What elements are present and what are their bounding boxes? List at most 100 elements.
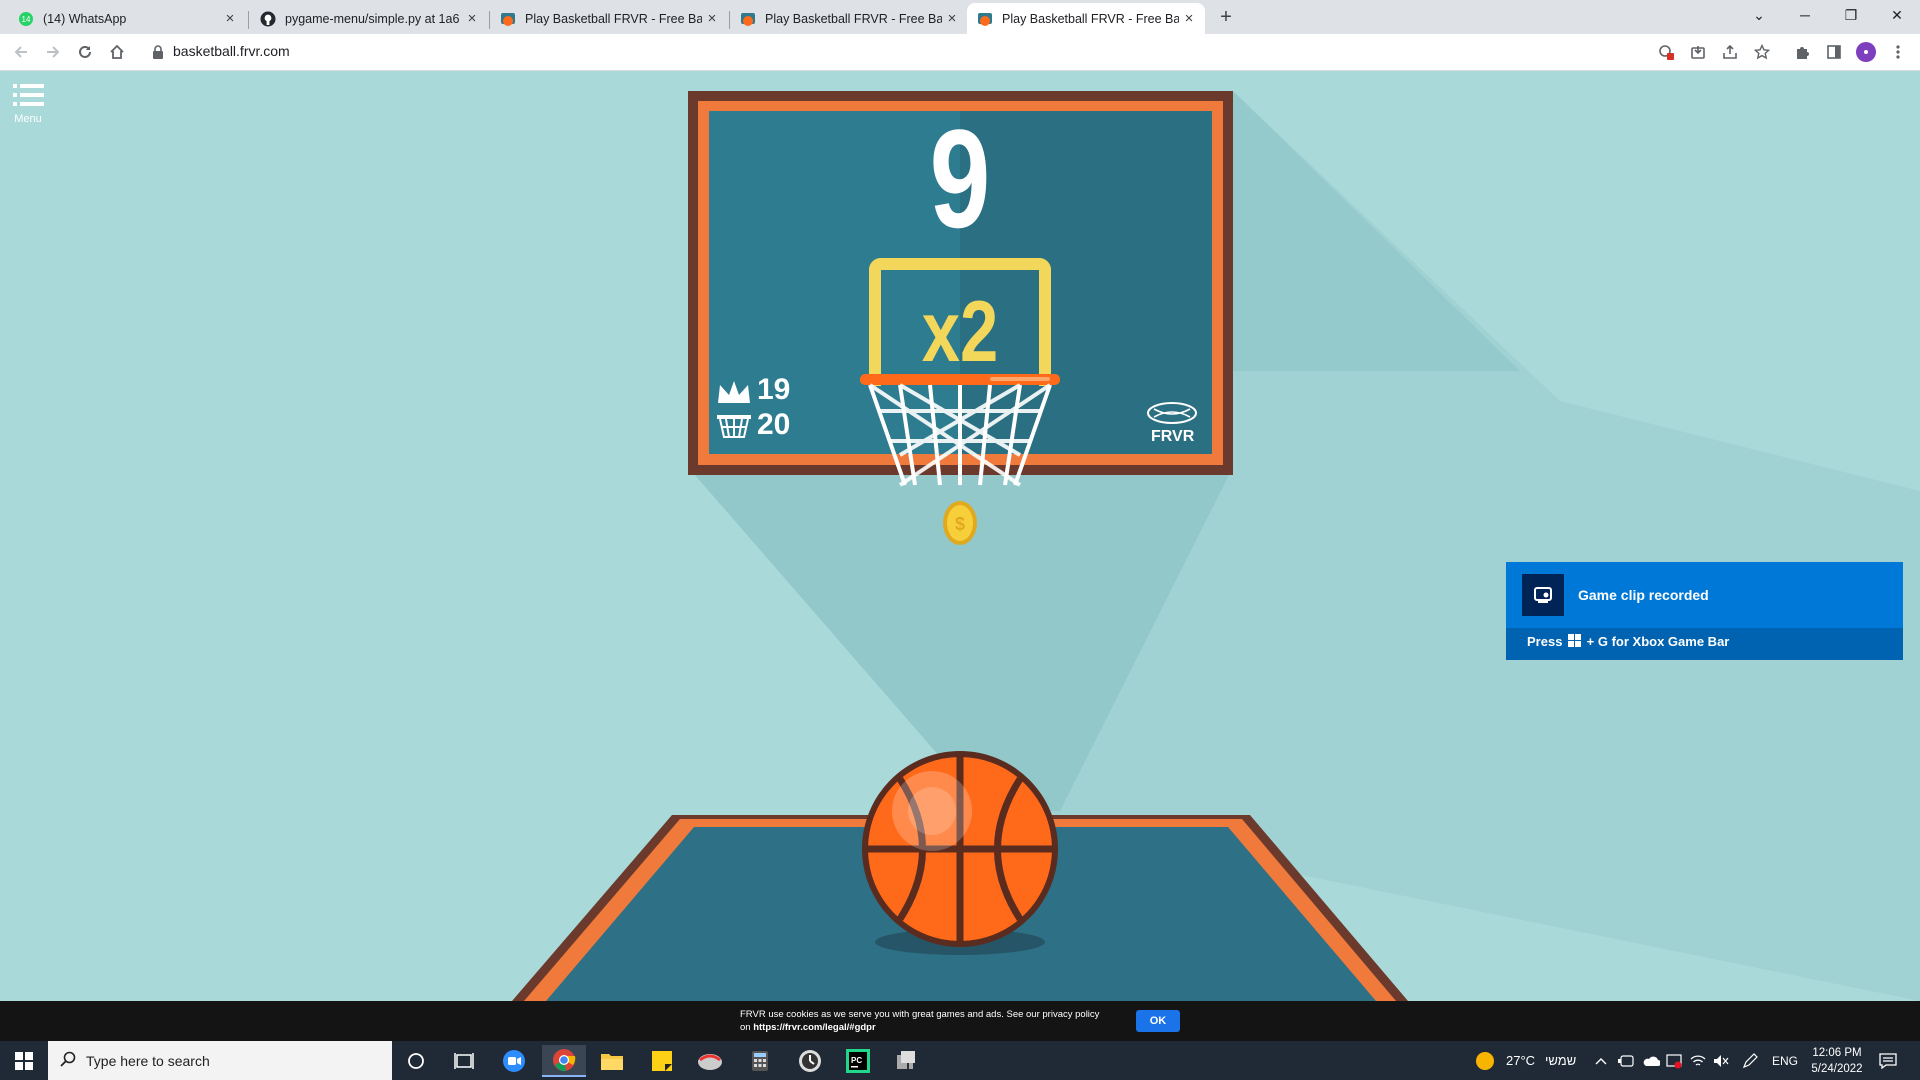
search-placeholder: Type here to search bbox=[86, 1052, 210, 1069]
tab-basketball-active[interactable]: Play Basketball FRVR - Free Bask × bbox=[967, 3, 1205, 34]
onedrive-cloud-icon[interactable] bbox=[1642, 1041, 1660, 1080]
taskbar-search-box[interactable]: Type here to search bbox=[48, 1041, 392, 1080]
new-tab-button[interactable]: + bbox=[1212, 3, 1240, 31]
side-panel-icon[interactable] bbox=[1823, 41, 1845, 63]
basketball-icon bbox=[500, 11, 516, 27]
extension-blocked-icon[interactable] bbox=[1655, 41, 1677, 63]
task-view-icon[interactable] bbox=[442, 1045, 486, 1077]
back-icon[interactable] bbox=[10, 41, 32, 63]
close-window-button[interactable]: ✕ bbox=[1874, 0, 1920, 30]
tab-basketball-1[interactable]: Play Basketball FRVR - Free Bask × bbox=[490, 3, 728, 34]
basketball-icon bbox=[977, 11, 993, 27]
github-icon bbox=[260, 11, 276, 27]
home-icon[interactable] bbox=[106, 41, 128, 63]
pen-ink-icon[interactable] bbox=[1742, 1041, 1758, 1080]
reload-icon[interactable] bbox=[74, 41, 96, 63]
game-menu-button[interactable]: Menu bbox=[10, 83, 46, 125]
tab-title: (14) WhatsApp bbox=[43, 11, 127, 26]
tab-search-button[interactable]: ⌄ bbox=[1736, 0, 1782, 30]
tab-title: pygame-menu/simple.py at 1a6 bbox=[285, 11, 460, 26]
sticky-notes-icon[interactable] bbox=[640, 1045, 684, 1077]
game-app-icon[interactable] bbox=[688, 1045, 732, 1077]
whatsapp-icon: 14 bbox=[18, 11, 34, 27]
address-bar[interactable] bbox=[138, 38, 1638, 66]
svg-text:$: $ bbox=[955, 514, 965, 534]
crown-icon bbox=[716, 379, 752, 412]
calculator-icon[interactable] bbox=[738, 1045, 782, 1077]
minimize-button[interactable]: ─ bbox=[1782, 0, 1828, 30]
browser-toolbar: basketball.frvr.com bbox=[0, 34, 1920, 71]
show-hidden-icons-chevron-icon[interactable] bbox=[1595, 1041, 1607, 1080]
cookie-text: FRVR use cookies as we serve you with gr… bbox=[740, 1009, 1100, 1020]
clock-app-icon[interactable] bbox=[788, 1045, 832, 1077]
tab-basketball-2[interactable]: Play Basketball FRVR - Free Bask × bbox=[730, 3, 968, 34]
game-bar-capture-icon bbox=[1522, 574, 1564, 616]
volume-muted-icon[interactable] bbox=[1713, 1041, 1729, 1080]
svg-text:PC: PC bbox=[851, 1056, 862, 1065]
zoom-app-icon[interactable] bbox=[492, 1045, 536, 1077]
tab-github[interactable]: pygame-menu/simple.py at 1a6 × bbox=[250, 3, 488, 34]
tab-close-icon[interactable]: × bbox=[1179, 10, 1199, 27]
toast-title: Game clip recorded bbox=[1578, 587, 1709, 603]
game-clip-toast[interactable]: Game clip recorded Press + G for Xbox Ga… bbox=[1506, 562, 1903, 660]
basketball-icon bbox=[740, 11, 756, 27]
score-multiplier: x2 bbox=[921, 284, 999, 380]
tab-close-icon[interactable]: × bbox=[942, 10, 962, 27]
basketball[interactable] bbox=[860, 749, 1060, 949]
toast-hint-prefix: Press bbox=[1527, 634, 1563, 649]
file-explorer-icon[interactable] bbox=[590, 1045, 634, 1077]
svg-text:14: 14 bbox=[22, 15, 31, 24]
tab-close-icon[interactable]: × bbox=[220, 10, 240, 27]
coin-icon: $ bbox=[943, 501, 977, 545]
restore-button[interactable]: ❐ bbox=[1828, 0, 1874, 30]
weather-widget[interactable]: 27°C שמשי bbox=[1476, 1041, 1576, 1080]
cookie-consent-bar: FRVR use cookies as we serve you with gr… bbox=[0, 1001, 1920, 1041]
tab-title: Play Basketball FRVR - Free Bask bbox=[1002, 11, 1179, 26]
language-indicator[interactable]: ENG bbox=[1772, 1041, 1798, 1080]
tab-whatsapp[interactable]: 14 (14) WhatsApp × bbox=[8, 3, 246, 34]
balls-count: 20 bbox=[757, 408, 791, 441]
clock[interactable]: 12:06 PM 5/24/2022 bbox=[1806, 1041, 1868, 1080]
windows-key-icon bbox=[1568, 634, 1582, 650]
clock-date: 5/24/2022 bbox=[1811, 1062, 1863, 1075]
current-score: 9 bbox=[929, 100, 991, 257]
bookmark-star-icon[interactable] bbox=[1751, 41, 1773, 63]
more-menu-icon[interactable] bbox=[1887, 41, 1909, 63]
extensions-puzzle-icon[interactable] bbox=[1791, 41, 1813, 63]
chrome-app-icon[interactable] bbox=[542, 1045, 586, 1077]
game-canvas[interactable]: Menu 9 x2 19 20 FRVR $ Game clip recorde… bbox=[0, 71, 1920, 1001]
best-score: 19 bbox=[757, 373, 791, 406]
tab-title: Play Basketball FRVR - Free Bask bbox=[765, 11, 942, 26]
security-shield-icon[interactable] bbox=[1666, 1041, 1682, 1080]
cortana-icon[interactable] bbox=[394, 1045, 438, 1077]
cookie-privacy-link[interactable]: https://frvr.com/legal/#gdpr bbox=[753, 1022, 875, 1033]
basket-icon bbox=[716, 413, 752, 444]
pycharm-icon[interactable]: PC bbox=[836, 1045, 880, 1077]
wifi-icon[interactable] bbox=[1690, 1041, 1706, 1080]
weather-temp: 27°C bbox=[1506, 1053, 1536, 1068]
url-text[interactable]: basketball.frvr.com bbox=[173, 43, 290, 59]
tab-close-icon[interactable]: × bbox=[462, 10, 482, 27]
menu-label: Menu bbox=[14, 113, 42, 125]
sun-icon bbox=[1476, 1051, 1494, 1070]
hamburger-menu-icon bbox=[13, 84, 44, 106]
windows-start-icon[interactable] bbox=[2, 1045, 46, 1077]
search-icon bbox=[60, 1051, 76, 1070]
frvr-logo-text: FRVR bbox=[1151, 428, 1195, 445]
device-icon[interactable] bbox=[1618, 1041, 1634, 1080]
cookie-ok-button[interactable]: OK bbox=[1136, 1010, 1180, 1032]
lock-icon bbox=[152, 45, 164, 64]
cookie-text-on: on bbox=[740, 1022, 751, 1033]
tab-close-icon[interactable]: × bbox=[702, 10, 722, 27]
installer-app-icon[interactable] bbox=[884, 1045, 928, 1077]
toast-hint-suffix: + G for Xbox Game Bar bbox=[1586, 634, 1730, 649]
install-app-icon[interactable] bbox=[1687, 41, 1709, 63]
tab-title: Play Basketball FRVR - Free Bask bbox=[525, 11, 702, 26]
profile-avatar[interactable] bbox=[1855, 41, 1877, 63]
share-icon[interactable] bbox=[1719, 41, 1741, 63]
windows-taskbar: Type here to search PC 27°C שמשי ENG 12:… bbox=[0, 1041, 1920, 1080]
clock-time: 12:06 PM bbox=[1812, 1046, 1862, 1059]
notification-center-icon[interactable] bbox=[1879, 1041, 1897, 1080]
forward-icon[interactable] bbox=[42, 41, 64, 63]
browser-tab-strip: 14 (14) WhatsApp × pygame-menu/simple.py… bbox=[0, 0, 1920, 34]
